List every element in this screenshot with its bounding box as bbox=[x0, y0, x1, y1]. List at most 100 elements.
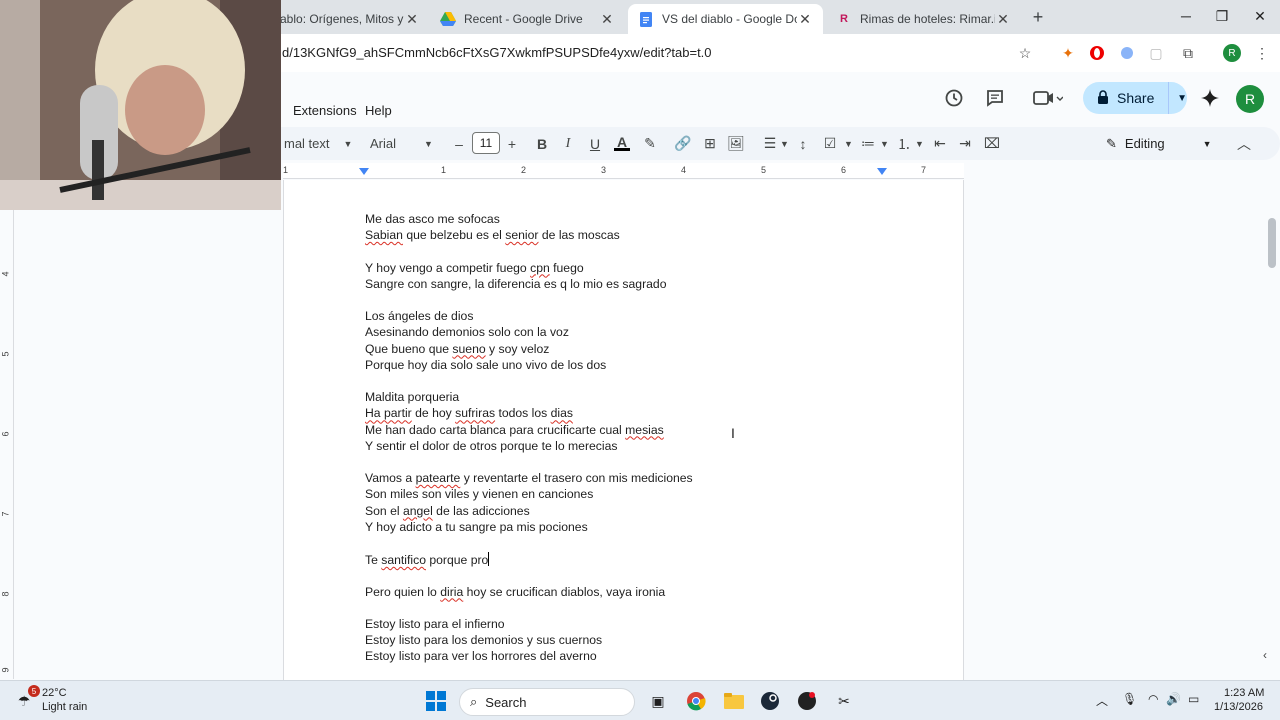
italic-icon[interactable]: I bbox=[556, 127, 580, 160]
file-explorer-icon[interactable] bbox=[722, 689, 746, 713]
close-icon[interactable]: ✕ bbox=[599, 11, 615, 28]
document-line[interactable]: Pero quien lo diria hoy se crucifican di… bbox=[365, 585, 665, 599]
document-line[interactable]: Me han dado carta blanca para crucificar… bbox=[365, 423, 664, 437]
document-line[interactable]: Que bueno que sueno y soy veloz bbox=[365, 342, 549, 356]
wifi-icon[interactable]: ◠ bbox=[1148, 692, 1158, 706]
snipping-tool-icon[interactable]: ✂ bbox=[832, 689, 856, 713]
line-spacing-icon[interactable]: ↕ bbox=[791, 127, 815, 160]
volume-icon[interactable]: 🔊 bbox=[1166, 692, 1181, 706]
decrease-indent-icon[interactable]: ⇤ bbox=[928, 127, 952, 160]
increase-indent-icon[interactable]: ⇥ bbox=[953, 127, 977, 160]
gemini-sparkle-icon[interactable] bbox=[1198, 86, 1222, 110]
share-button[interactable]: Share ▼ bbox=[1083, 82, 1187, 114]
chevron-down-icon[interactable]: ▼ bbox=[844, 127, 853, 160]
text-color-icon[interactable]: A bbox=[610, 127, 634, 160]
checklist-icon[interactable]: ☑ bbox=[818, 127, 842, 160]
document-line[interactable]: Y sentir el dolor de otros porque te lo … bbox=[365, 439, 617, 453]
url-field[interactable]: d/13KGNfG9_ahSFCmmNcb6cFtXsG7XwkmfPSUPSD… bbox=[282, 45, 712, 60]
steam-icon[interactable] bbox=[758, 689, 782, 713]
app-icon[interactable] bbox=[795, 689, 819, 713]
document-line[interactable]: Y hoy vengo a competir fuego cpn fuego bbox=[365, 261, 584, 275]
document-line[interactable]: Estoy listo para ver los horrores del av… bbox=[365, 649, 597, 663]
opera-extension-icon[interactable] bbox=[1087, 43, 1107, 63]
windows-start-icon[interactable] bbox=[424, 689, 448, 713]
chevron-down-icon[interactable]: ▼ bbox=[880, 127, 889, 160]
chevron-down-icon[interactable]: ▼ bbox=[1177, 93, 1187, 104]
close-icon[interactable]: ✕ bbox=[995, 11, 1011, 28]
show-hidden-icons-chevron-icon[interactable]: ︿ bbox=[1096, 692, 1108, 709]
document-line[interactable]: Porque hoy dia solo sale uno vivo de los… bbox=[365, 358, 606, 372]
extension-placeholder-icon[interactable]: ▢ bbox=[1146, 43, 1166, 63]
version-history-icon[interactable] bbox=[942, 86, 966, 110]
taskbar-search[interactable]: ⌕ Search bbox=[459, 688, 635, 716]
window-close-icon[interactable]: ✕ bbox=[1250, 8, 1270, 25]
underline-icon[interactable]: U bbox=[583, 127, 607, 160]
tab-google-drive[interactable]: Recent - Google Drive ✕ bbox=[430, 4, 625, 34]
document-line[interactable]: Estoy listo para los demonios y sus cuer… bbox=[365, 633, 602, 647]
browser-menu-icon[interactable]: ⋮ bbox=[1252, 43, 1272, 63]
clock-time[interactable]: 1:23 AM bbox=[1224, 687, 1264, 699]
left-indent-marker[interactable] bbox=[359, 168, 369, 175]
insert-link-icon[interactable]: 🔗 bbox=[671, 127, 695, 160]
document-line[interactable]: Y hoy adicto a tu sangre pa mis pociones bbox=[365, 520, 588, 534]
editing-mode-select[interactable]: ✎ Editing ▼ bbox=[1106, 127, 1212, 160]
document-line[interactable]: Sangre con sangre, la diferencia es q lo… bbox=[365, 277, 666, 291]
tab-google-docs[interactable]: VS del diablo - Google Docs ✕ bbox=[628, 4, 823, 34]
close-icon[interactable]: ✕ bbox=[404, 11, 420, 28]
menu-help[interactable]: Help bbox=[365, 103, 392, 118]
clear-formatting-icon[interactable]: ⌧ bbox=[980, 127, 1004, 160]
chevron-down-icon[interactable]: ▼ bbox=[915, 127, 924, 160]
vertical-scrollbar[interactable] bbox=[1268, 218, 1276, 268]
maximize-icon[interactable]: ❐ bbox=[1212, 8, 1232, 25]
insert-image-icon[interactable]: 🖼 bbox=[724, 127, 748, 160]
decrease-font-size-button[interactable]: – bbox=[447, 127, 471, 160]
minimize-icon[interactable]: ─ bbox=[1176, 8, 1196, 24]
clock-date[interactable]: 1/13/2026 bbox=[1214, 701, 1263, 713]
task-view-icon[interactable]: ▣ bbox=[646, 689, 670, 713]
bold-icon[interactable]: B bbox=[530, 127, 554, 160]
profile-avatar[interactable]: R bbox=[1222, 43, 1242, 63]
document-line[interactable]: Me das asco me sofocas bbox=[365, 212, 500, 226]
document-line[interactable]: Vamos a patearte y reventarte el trasero… bbox=[365, 471, 693, 485]
close-icon[interactable]: ✕ bbox=[797, 11, 813, 28]
document-line[interactable]: Estoy listo para el infierno bbox=[365, 617, 505, 631]
paragraph-style-select[interactable]: mal text ▼ bbox=[284, 127, 352, 160]
document-line[interactable]: Son el angel de las adicciones bbox=[365, 504, 530, 518]
weather-temperature[interactable]: 22°C bbox=[42, 687, 67, 699]
menu-extensions[interactable]: Extensions bbox=[293, 103, 357, 118]
hide-menus-chevron-up-icon[interactable]: ︿ bbox=[1232, 127, 1256, 160]
font-size-input[interactable]: 11 bbox=[472, 132, 500, 154]
font-family-select[interactable]: Arial ▼ bbox=[370, 127, 433, 160]
tab-demon-origins[interactable]: ablo: Orígenes, Mitos y Cu ✕ bbox=[270, 4, 430, 34]
document-line[interactable]: Son miles son viles y vienen en cancione… bbox=[365, 487, 593, 501]
document-line[interactable]: Te santifico porque pro bbox=[365, 552, 490, 567]
lens-extension-icon[interactable] bbox=[1117, 43, 1137, 63]
tab-rimar-io[interactable]: R Rimas de hoteles: Rimar.io ✕ bbox=[826, 4, 1021, 34]
right-indent-marker[interactable] bbox=[877, 168, 887, 175]
chrome-icon[interactable] bbox=[684, 689, 708, 713]
new-tab-button[interactable]: + bbox=[1028, 8, 1048, 28]
document-page[interactable]: Me das asco me sofocas Sabian que belzebu… bbox=[283, 180, 964, 680]
document-line[interactable]: Sabian que belzebu es el senior de las m… bbox=[365, 228, 620, 242]
extension-icon[interactable]: ✦ bbox=[1058, 43, 1078, 63]
microphone-icon[interactable]: 🎙 bbox=[1122, 692, 1137, 706]
comments-icon[interactable] bbox=[983, 86, 1007, 110]
document-line[interactable]: Maldita porqueria bbox=[365, 390, 459, 404]
extensions-puzzle-icon[interactable]: ⧉ bbox=[1178, 43, 1198, 63]
document-line[interactable]: Ha partir de hoy sufriras todos los dias bbox=[365, 406, 573, 420]
add-comment-icon[interactable]: ⊞ bbox=[698, 127, 722, 160]
document-line[interactable]: Asesinando demonios solo con la voz bbox=[365, 325, 569, 339]
meet-camera-icon[interactable] bbox=[1030, 86, 1066, 110]
increase-font-size-button[interactable]: + bbox=[500, 127, 524, 160]
side-panel-chevron-icon[interactable]: ‹ bbox=[1263, 648, 1267, 662]
document-line[interactable]: Los ángeles de dios bbox=[365, 309, 473, 323]
highlight-color-icon[interactable]: ✎ bbox=[638, 127, 662, 160]
weather-description[interactable]: Light rain bbox=[42, 701, 87, 713]
bulleted-list-icon[interactable]: ≔ bbox=[856, 127, 880, 160]
chevron-down-icon[interactable]: ▼ bbox=[780, 127, 789, 160]
numbered-list-icon[interactable]: ⒈ bbox=[892, 127, 916, 160]
bookmark-star-icon[interactable]: ☆ bbox=[1015, 43, 1035, 63]
account-avatar[interactable]: R bbox=[1236, 85, 1264, 113]
battery-icon[interactable]: ▭ bbox=[1188, 692, 1199, 706]
align-left-icon[interactable]: ☰ bbox=[758, 127, 782, 160]
